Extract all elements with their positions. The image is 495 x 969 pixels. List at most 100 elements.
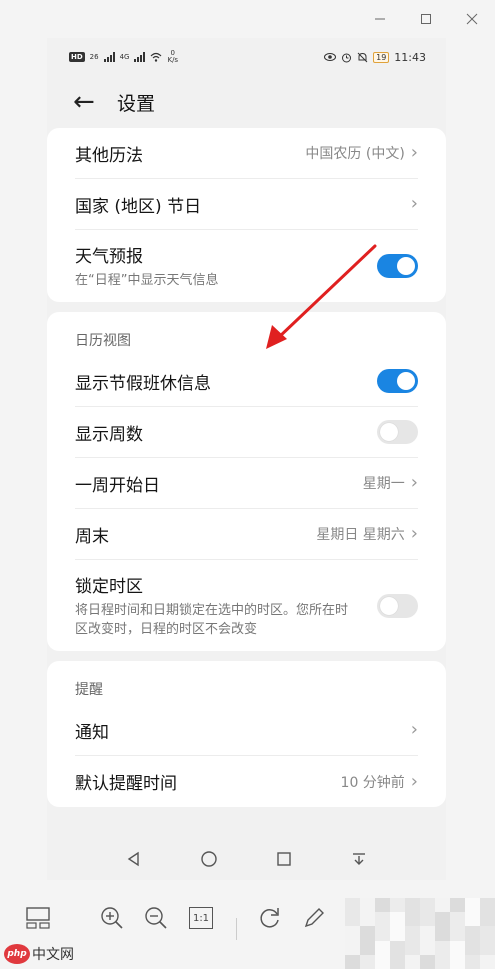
watermark-logo: php xyxy=(4,944,30,964)
group-title: 提醒 xyxy=(75,682,103,698)
minimize-button[interactable] xyxy=(357,0,403,38)
mosaic-cell xyxy=(345,926,360,941)
setting-holidays[interactable]: 国家 (地区) 节日 › xyxy=(75,179,418,230)
network-label-1: 26 xyxy=(89,53,99,61)
setting-description: 在“日程”中显示天气信息 xyxy=(75,273,219,288)
setting-week-numbers[interactable]: 显示周数 xyxy=(75,407,418,458)
settings-card-reminders: 提醒 通知 › 默认提醒时间 10 分钟前 › xyxy=(47,661,446,807)
mosaic-cell xyxy=(345,912,360,927)
zoom-in-button[interactable] xyxy=(97,903,127,933)
mosaic-cell xyxy=(480,926,495,941)
mosaic-cell xyxy=(375,898,390,913)
rotate-button[interactable] xyxy=(255,903,285,933)
network-label-2: 4G xyxy=(119,53,130,61)
zoom-out-button[interactable] xyxy=(141,903,171,933)
alarm-icon xyxy=(342,53,352,62)
setting-weekend[interactable]: 周末 星期日 星期六 › xyxy=(75,509,418,560)
mosaic-cell xyxy=(480,940,495,955)
mosaic-cell xyxy=(360,912,375,927)
setting-holiday-info[interactable]: 显示节假班休信息 xyxy=(75,356,418,407)
mosaic-cell xyxy=(420,898,435,913)
watermark-text: 中文网 xyxy=(32,947,74,963)
mosaic-cell xyxy=(420,912,435,927)
setting-lock-timezone[interactable]: 锁定时区 将日程时间和日期锁定在选中的时区。您所在时区改变时，日程的时区不会改变 xyxy=(75,560,418,651)
mosaic-cell xyxy=(390,898,405,913)
mosaic-cell xyxy=(435,940,450,955)
back-arrow-icon[interactable]: ← xyxy=(73,89,113,115)
setting-label: 锁定时区 xyxy=(75,577,143,597)
chevron-right-icon: › xyxy=(410,719,418,740)
chevron-right-icon: › xyxy=(410,523,418,544)
setting-weather[interactable]: 天气预报 在“日程”中显示天气信息 xyxy=(75,230,418,302)
mosaic-cell xyxy=(480,954,495,969)
mosaic-cell xyxy=(375,912,390,927)
mosaic-cell xyxy=(345,898,360,913)
holiday-info-toggle[interactable] xyxy=(377,369,418,393)
window-controls xyxy=(357,0,495,38)
page-title: 设置 xyxy=(117,92,156,115)
setting-week-start[interactable]: 一周开始日 星期一 › xyxy=(75,458,418,509)
setting-notification[interactable]: 通知 › xyxy=(75,705,418,756)
setting-value: › xyxy=(405,721,418,739)
triangle-back-icon xyxy=(128,851,140,867)
setting-description: 将日程时间和日期锁定在选中的时区。您所在时区改变时，日程的时区不会改变 xyxy=(75,603,349,637)
site-watermark: php 中文网 xyxy=(4,944,74,964)
mosaic-cell xyxy=(405,940,420,955)
maximize-button[interactable] xyxy=(403,0,449,38)
mosaic-cell xyxy=(360,954,375,969)
mosaic-cell xyxy=(390,926,405,941)
mosaic-cell xyxy=(405,954,420,969)
chevron-right-icon: › xyxy=(410,142,418,163)
actual-size-label: 1:1 xyxy=(189,907,213,929)
mosaic-cell xyxy=(420,940,435,955)
battery-indicator: 19 xyxy=(373,51,390,63)
mosaic-cell xyxy=(360,898,375,913)
close-button[interactable] xyxy=(449,0,495,38)
hd-badge: HD xyxy=(69,52,85,62)
rotate-icon xyxy=(260,908,279,928)
setting-label: 一周开始日 xyxy=(75,475,160,496)
mosaic-cell xyxy=(465,940,480,955)
mosaic-cell xyxy=(465,954,480,969)
setting-label: 显示节假班休信息 xyxy=(75,373,211,394)
thumbnail-view-button[interactable] xyxy=(23,903,53,933)
actual-size-button[interactable]: 1:1 xyxy=(186,903,216,933)
mosaic-cell xyxy=(450,954,465,969)
minimize-icon xyxy=(375,18,385,20)
edit-button[interactable] xyxy=(299,903,329,933)
nav-home-button[interactable] xyxy=(195,845,223,873)
group-title: 日历视图 xyxy=(75,333,131,349)
mosaic-cell xyxy=(435,898,450,913)
setting-other-calendar[interactable]: 其他历法 中国农历 (中文) › xyxy=(75,128,418,179)
mosaic-cell xyxy=(450,926,465,941)
nav-recents-button[interactable] xyxy=(270,845,298,873)
week-numbers-toggle[interactable] xyxy=(377,420,418,444)
mosaic-cell xyxy=(375,926,390,941)
mosaic-cell xyxy=(420,926,435,941)
mosaic-cell xyxy=(450,898,465,913)
nav-back-button[interactable] xyxy=(120,845,148,873)
settings-card-general: 其他历法 中国农历 (中文) › 国家 (地区) 节日 › 天气预报 在“日程”中… xyxy=(47,128,446,302)
mosaic-cell xyxy=(375,954,390,969)
mosaic-cell xyxy=(450,912,465,927)
chevron-right-icon: › xyxy=(410,770,418,792)
mosaic-cell xyxy=(450,940,465,955)
setting-default-reminder[interactable]: 默认提醒时间 10 分钟前 › xyxy=(75,756,418,807)
mosaic-cell xyxy=(405,898,420,913)
speed-unit: K/s xyxy=(167,56,179,64)
setting-value: 星期日 星期六 › xyxy=(316,524,418,544)
nav-notification-button[interactable] xyxy=(345,845,373,873)
lock-timezone-toggle[interactable] xyxy=(377,593,418,618)
setting-label: 默认提醒时间 xyxy=(75,774,177,794)
signal-icon xyxy=(103,52,115,62)
mosaic-cell xyxy=(345,940,360,955)
mosaic-cell xyxy=(405,926,420,941)
pull-down-icon xyxy=(352,853,365,865)
setting-label: 显示周数 xyxy=(75,424,143,445)
mosaic-cell xyxy=(465,912,480,927)
weather-toggle[interactable] xyxy=(377,254,418,278)
setting-value-text: 10 分钟前 xyxy=(340,774,405,791)
setting-value-text: 星期日 星期六 xyxy=(316,527,405,543)
setting-label: 国家 (地区) 节日 xyxy=(75,196,202,217)
mosaic-cell xyxy=(465,926,480,941)
